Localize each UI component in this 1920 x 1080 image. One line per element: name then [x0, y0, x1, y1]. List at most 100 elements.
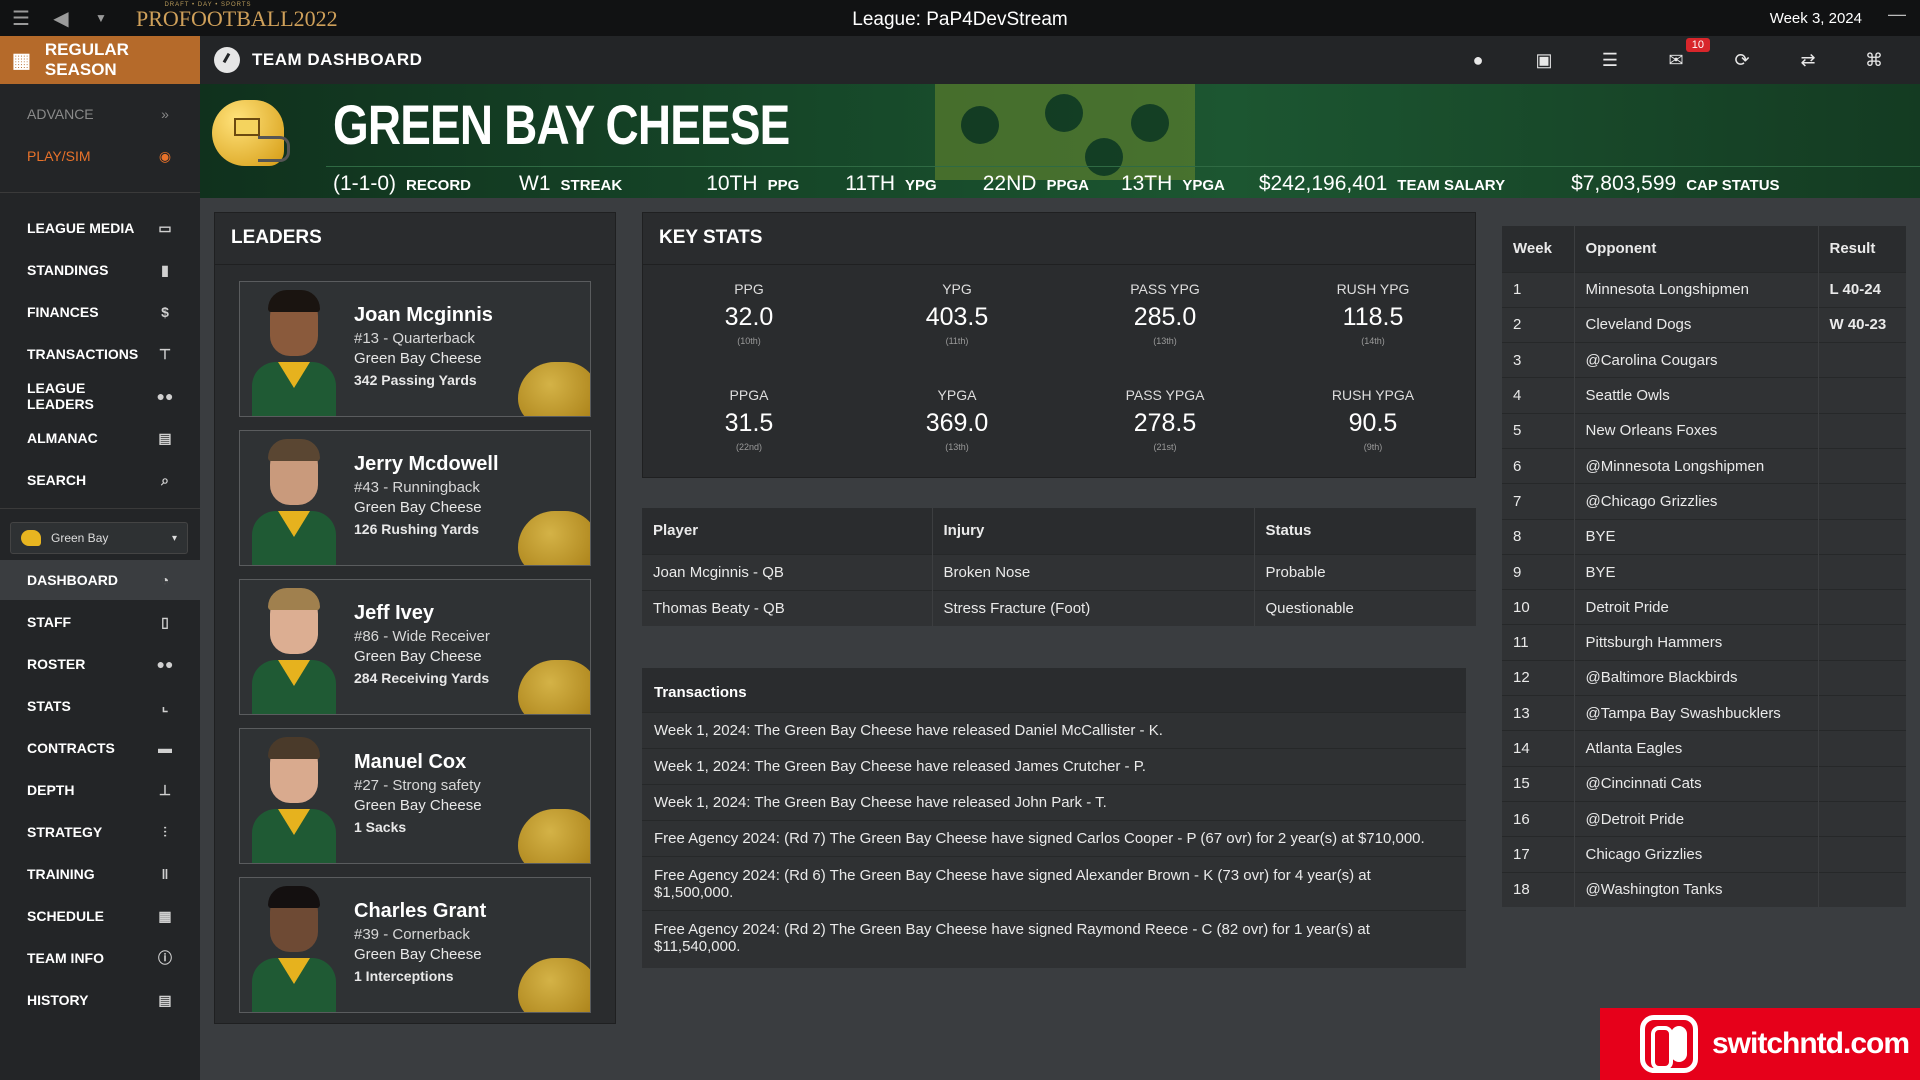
transaction-row: Free Agency 2024: (Rd 6) The Green Bay C…: [642, 856, 1466, 910]
play-sim-button[interactable]: PLAY/SIM ◉: [0, 136, 200, 176]
team-helmet-logo: [212, 100, 292, 172]
archive-icon: ▤: [158, 429, 172, 446]
table-row[interactable]: 5 New Orleans Foxes: [1502, 412, 1906, 449]
schedule-result: [1817, 518, 1906, 555]
sidebar-item-standings[interactable]: STANDINGS ▮: [0, 250, 200, 290]
binoculars-icon[interactable]: ⌘: [1858, 50, 1890, 71]
leader-position: #43 - Runningback: [354, 479, 480, 496]
schedule-opponent: @Tampa Bay Swashbucklers: [1573, 695, 1818, 731]
table-row[interactable]: 2 Cleveland Dogs W 40-23: [1502, 306, 1906, 343]
leader-card[interactable]: Charles Grant #39 - Cornerback Green Bay C…: [239, 877, 591, 1013]
leader-position: #27 - Strong safety: [354, 777, 481, 794]
sidebar-item-finances[interactable]: FINANCES $: [0, 292, 200, 332]
sidebar-item-label: STATS: [27, 698, 71, 714]
table-row[interactable]: 18 @Washington Tanks: [1502, 871, 1906, 908]
sidebar-item-almanac[interactable]: ALMANAC ▤: [0, 418, 200, 458]
regular-season-button[interactable]: ▦ REGULAR SEASON: [0, 36, 200, 84]
key-stat: YPGA 369.0 (13th): [853, 387, 1061, 452]
key-stat-value: 32.0: [724, 303, 774, 331]
database-icon[interactable]: ☰: [1594, 50, 1626, 71]
sidebar-item-training[interactable]: TRAINING ‖: [0, 854, 200, 894]
table-row[interactable]: 17 Chicago Grizzlies: [1502, 836, 1906, 873]
table-row[interactable]: 9 BYE: [1502, 553, 1906, 590]
leader-card[interactable]: Jerry Mcdowell #43 - Runningback Green Bay…: [239, 430, 591, 566]
sidebar-item-schedule[interactable]: SCHEDULE ▦: [0, 896, 200, 936]
leader-info: Charles Grant #39 - Cornerback Green Bay C…: [354, 900, 486, 984]
minimize-icon[interactable]: —: [1888, 4, 1906, 25]
table-row[interactable]: 11 Pittsburgh Hammers: [1502, 624, 1906, 661]
sidebar-item-label: DEPTH: [27, 782, 75, 798]
schedule-week: 18: [1502, 871, 1574, 908]
sidebar-item-team-info[interactable]: TEAM INFO ⓘ: [0, 938, 200, 978]
ppga-rank-value: 22ND: [982, 172, 1037, 195]
sidebar-item-roster[interactable]: ROSTER ●●: [0, 644, 200, 684]
schedule-result: [1817, 447, 1906, 484]
mail-icon[interactable]: ✉ 10: [1660, 37, 1710, 71]
page-title-text: TEAM DASHBOARD: [252, 50, 423, 69]
sidebar-item-staff[interactable]: STAFF ▯: [0, 602, 200, 642]
leader-card[interactable]: Jeff Ivey #86 - Wide Receiver Green Bay Ch…: [239, 579, 591, 715]
key-stat-rank: (22nd): [735, 442, 762, 452]
table-row[interactable]: 12 @Baltimore Blackbirds: [1502, 659, 1906, 696]
table-row[interactable]: 16 @Detroit Pride: [1502, 800, 1906, 837]
key-stat: PASS YPGA 278.5 (21st): [1061, 387, 1269, 452]
sidebar-item-league-leaders[interactable]: LEAGUE LEADERS ●●: [0, 376, 200, 416]
sidebar-item-label: DASHBOARD: [27, 572, 118, 588]
leader-team: Green Bay Cheese: [354, 946, 482, 963]
table-row[interactable]: 1 Minnesota Longshipmen L 40-24: [1502, 271, 1906, 308]
sidebar-item-history[interactable]: HISTORY ▤: [0, 980, 200, 1020]
leaders-panel: LEADERS Joan Mcginnis #13 - Quarterback Gr…: [214, 212, 616, 1024]
sidebar-item-depth[interactable]: DEPTH ⊥: [0, 770, 200, 810]
transaction-row: Week 1, 2024: The Green Bay Cheese have …: [642, 748, 1466, 784]
sidebar-item-label: SCHEDULE: [27, 908, 105, 924]
table-row[interactable]: 7 @Chicago Grizzlies: [1502, 483, 1906, 520]
table-row[interactable]: Thomas Beaty - QB Stress Fracture (Foot)…: [642, 589, 1476, 626]
schedule-week: 14: [1502, 730, 1574, 767]
sidebar-item-stats[interactable]: STATS ⌞: [0, 686, 200, 726]
schedule-opponent: @Washington Tanks: [1573, 871, 1818, 908]
leader-stat: 284 Receiving Yards: [354, 670, 490, 686]
sidebar-item-contracts[interactable]: CONTRACTS ▬: [0, 728, 200, 768]
sidebar-item-label: ALMANAC: [27, 430, 98, 446]
schedule-result: [1817, 377, 1906, 414]
table-row[interactable]: 10 Detroit Pride: [1502, 589, 1906, 625]
sidebar-item-strategy[interactable]: STRATEGY ⫶: [0, 812, 200, 852]
table-row[interactable]: 4 Seattle Owls: [1502, 377, 1906, 414]
table-row[interactable]: 14 Atlanta Eagles: [1502, 730, 1906, 767]
table-row[interactable]: 3 @Carolina Cougars: [1502, 342, 1906, 378]
double-chevron-icon: »: [161, 106, 169, 122]
leader-card[interactable]: Manuel Cox #27 - Strong safety Green Bay C…: [239, 728, 591, 864]
injury-table: Player Injury Status Joan Mcginnis - QB …: [642, 508, 1476, 626]
leader-team: Green Bay Cheese: [354, 797, 482, 814]
sidebar-item-transactions[interactable]: TRANSACTIONS ⊤: [0, 334, 200, 374]
sidebar-item-dashboard[interactable]: DASHBOARD ◔: [0, 560, 200, 600]
sidebar-item-league-media[interactable]: LEAGUE MEDIA ▭: [0, 208, 200, 248]
streak-value: W1: [519, 172, 551, 195]
table-row[interactable]: 6 @Minnesota Longshipmen: [1502, 447, 1906, 484]
schedule-week: 3: [1502, 342, 1574, 378]
handshake-icon[interactable]: ⇄: [1792, 50, 1824, 71]
leader-card[interactable]: Joan Mcginnis #13 - Quarterback Green Bay …: [239, 281, 591, 417]
team-select[interactable]: Green Bay ▾: [10, 522, 188, 554]
table-row[interactable]: 13 @Tampa Bay Swashbucklers: [1502, 695, 1906, 731]
schedule-table: Week Opponent Result 1 Minnesota Longship…: [1502, 226, 1906, 908]
table-row[interactable]: 8 BYE: [1502, 518, 1906, 555]
sidebar-item-label: FINANCES: [27, 304, 99, 320]
page-title: TEAM DASHBOARD: [214, 36, 422, 84]
table-row[interactable]: 15 @Cincinnati Cats: [1502, 765, 1906, 802]
player-portrait: [248, 584, 338, 714]
user-icon[interactable]: ●: [1462, 50, 1494, 71]
key-stat: PASS YPG 285.0 (13th): [1061, 281, 1269, 346]
gauge-icon: [214, 47, 240, 73]
schedule-result: [1817, 342, 1906, 378]
key-stat-value: 278.5: [1133, 409, 1197, 437]
refresh-icon[interactable]: ⟳: [1726, 50, 1758, 71]
sidebar-item-search[interactable]: SEARCH ⌕: [0, 460, 200, 500]
key-stat: PPGA 31.5 (22nd): [645, 387, 853, 452]
record-label: RECORD: [406, 177, 472, 194]
ppga-rank-label: PPGA: [1046, 177, 1089, 194]
table-row[interactable]: Joan Mcginnis - QB Broken Nose Probable: [642, 553, 1476, 590]
injury-player: Thomas Beaty - QB: [642, 589, 932, 626]
briefcase-icon[interactable]: ▣: [1528, 50, 1560, 71]
advance-button[interactable]: ADVANCE »: [0, 94, 200, 134]
